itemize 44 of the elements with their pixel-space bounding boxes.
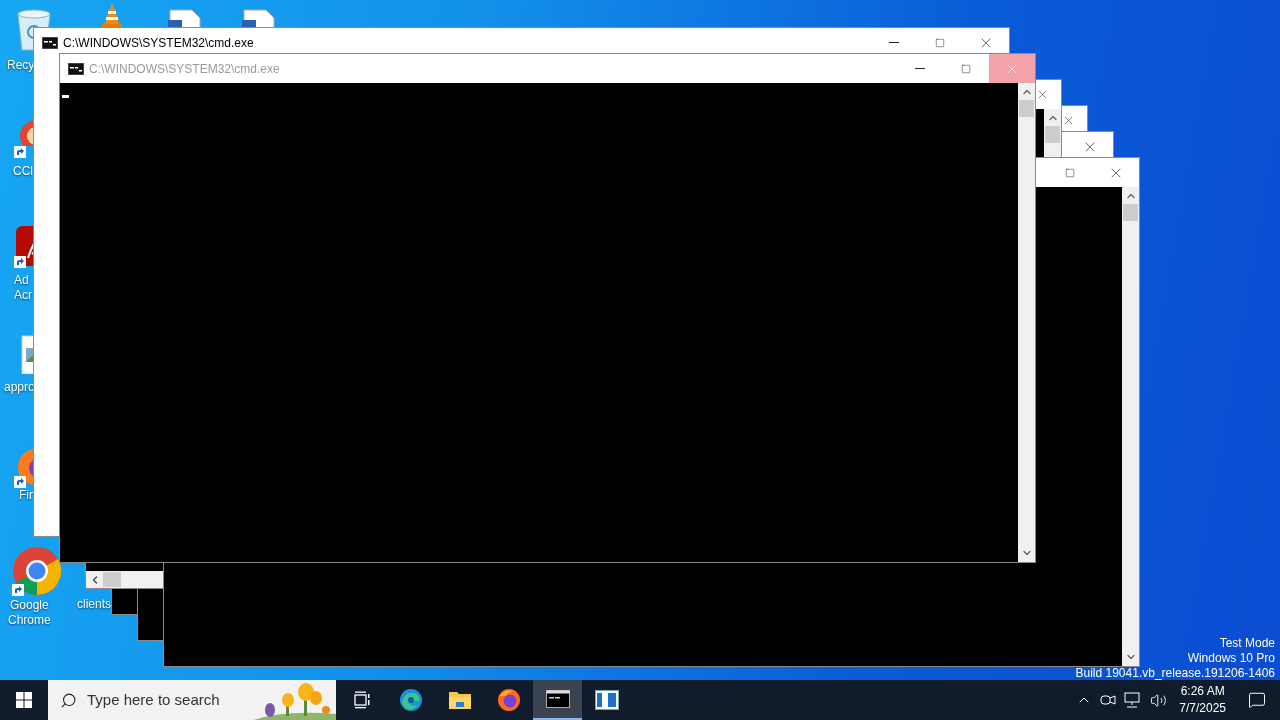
icon-label: Ad	[14, 273, 29, 288]
window-title: C:\WINDOWS\SYSTEM32\cmd.exe	[89, 60, 280, 78]
clock[interactable]: 6:26 AM 7/7/2025	[1171, 683, 1234, 717]
window-title: C:\WINDOWS\SYSTEM32\cmd.exe	[63, 34, 254, 52]
close-icon	[1036, 88, 1049, 101]
maximize-icon	[935, 37, 945, 48]
vertical-scrollbar[interactable]	[1044, 109, 1061, 157]
icon-label: Recy	[7, 58, 35, 73]
minimize-icon	[889, 42, 899, 43]
search-icon	[60, 691, 77, 709]
icon-label: Fir	[19, 488, 33, 503]
edition-text: Test Mode	[1219, 636, 1275, 651]
maximize-icon	[961, 63, 971, 74]
icon-label: Acr	[14, 288, 32, 303]
scroll-thumb[interactable]	[1045, 126, 1060, 143]
scroll-thumb[interactable]	[103, 572, 121, 587]
edition-text: Build 19041.vb_release.191206-1406	[1075, 666, 1275, 681]
console-icon	[68, 62, 84, 75]
minimize-icon	[915, 68, 925, 69]
icon-label: Chrome	[8, 613, 51, 628]
chrome-icon[interactable]	[12, 546, 62, 596]
windows-logo-icon	[16, 692, 32, 708]
icon-label: Google	[10, 598, 49, 613]
network-icon[interactable]	[1124, 692, 1143, 708]
document-icon[interactable]	[240, 8, 276, 28]
icon-label: CCl	[13, 164, 33, 179]
maximize-icon	[1065, 167, 1075, 178]
close-icon	[1062, 114, 1075, 127]
scroll-thumb[interactable]	[1123, 204, 1138, 221]
icon-label: clients	[77, 597, 111, 612]
vertical-scrollbar[interactable]	[1122, 187, 1139, 666]
vertical-scrollbar[interactable]	[1018, 83, 1035, 562]
document-icon[interactable]	[166, 8, 202, 28]
console-icon	[42, 36, 58, 49]
search-bar[interactable]: Type here to search	[48, 680, 336, 720]
edition-text: Windows 10 Pro	[1187, 651, 1275, 666]
scroll-thumb[interactable]	[1019, 100, 1034, 117]
console-icon[interactable]	[533, 680, 582, 720]
notification-icon	[1248, 691, 1266, 709]
cone-icon[interactable]	[100, 2, 124, 28]
search-field[interactable]: Type here to search	[77, 688, 254, 712]
camera-icon[interactable]	[1100, 693, 1117, 707]
horizontal-scrollbar[interactable]	[86, 571, 164, 588]
volume-icon[interactable]	[1150, 691, 1168, 709]
